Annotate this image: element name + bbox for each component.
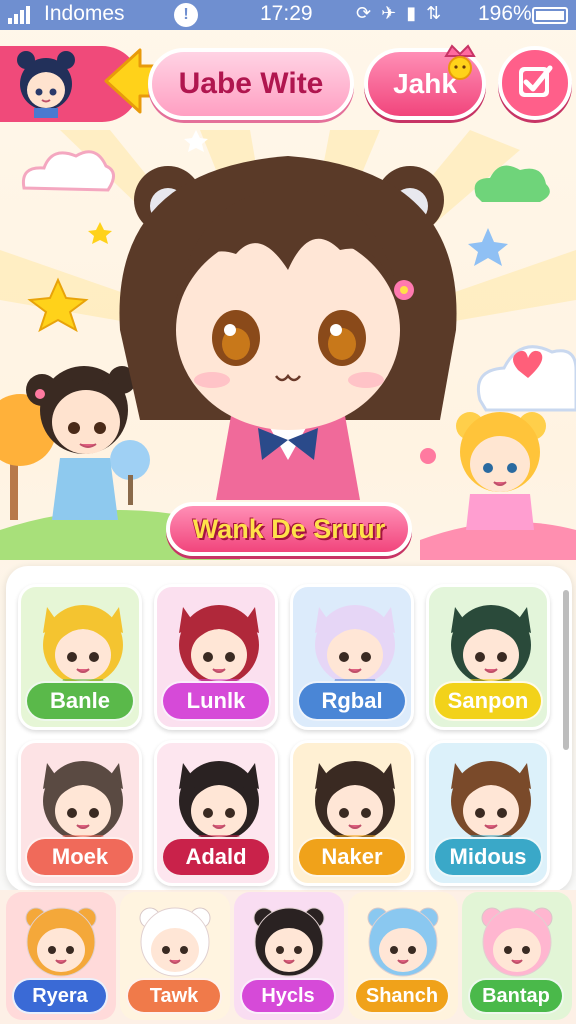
- battery-percent: 196%: [478, 2, 532, 25]
- status-bar: Indomes ! 17:29 ⟳ ✈ ▮ ⇅ 196%: [0, 0, 576, 30]
- character-card-label: Banle: [25, 681, 135, 721]
- bottom-character-card[interactable]: Ryera: [6, 892, 116, 1020]
- bottom-card-label: Tawk: [126, 978, 222, 1014]
- character-card-label: Moek: [25, 837, 135, 877]
- character-card[interactable]: Sanpon: [426, 584, 550, 730]
- character-card[interactable]: Midous: [426, 740, 550, 886]
- character-card[interactable]: Naker: [290, 740, 414, 886]
- character-card[interactable]: Lunlk: [154, 584, 278, 730]
- side-character-right: [420, 412, 546, 530]
- checklist-button[interactable]: [498, 46, 572, 120]
- notification-icon: !: [174, 3, 198, 27]
- character-card[interactable]: Moek: [18, 740, 142, 886]
- app-header: Uabe Wite Jahk: [0, 40, 576, 130]
- character-card[interactable]: Adald: [154, 740, 278, 886]
- bottom-card-label: Hycls: [240, 978, 336, 1014]
- character-card-label: Midous: [433, 837, 543, 877]
- bottom-character-card[interactable]: Tawk: [120, 892, 230, 1020]
- bottom-character-card[interactable]: Shanch: [348, 892, 458, 1020]
- data-icon: ⇅: [426, 3, 442, 23]
- character-card-label: Adald: [161, 837, 271, 877]
- page-title: Uabe Wite: [178, 67, 324, 100]
- character-card[interactable]: Rgbal: [290, 584, 414, 730]
- character-card-label: Lunlk: [161, 681, 271, 721]
- grid-scrollbar[interactable]: [563, 590, 569, 750]
- airplane-icon: ✈: [381, 3, 397, 23]
- character-card-label: Naker: [297, 837, 407, 877]
- character-card[interactable]: Banle: [18, 584, 142, 730]
- cell-signal-icon: [8, 6, 30, 24]
- hero-illustration: [0, 130, 576, 560]
- clock: 17:29: [260, 2, 313, 25]
- crown-icon: [444, 44, 476, 80]
- page-title-pill: Uabe Wite: [148, 48, 354, 120]
- carrier-name: Indomes: [44, 2, 125, 25]
- character-card-label: Rgbal: [297, 681, 407, 721]
- character-card-label: Sanpon: [433, 681, 543, 721]
- bottom-card-label: Ryera: [12, 978, 108, 1014]
- battery-icon: [532, 7, 568, 24]
- hero-banner-label: Wank De Sruur: [192, 513, 386, 544]
- sync-icon: ⟳: [356, 3, 372, 23]
- bottom-card-label: Shanch: [354, 978, 450, 1014]
- signal-icon: ▮: [406, 3, 417, 23]
- hero-scene: Wank De Sruur: [0, 130, 576, 560]
- bottom-character-card[interactable]: Bantap: [462, 892, 572, 1020]
- main-character: [119, 156, 457, 500]
- bottom-card-label: Bantap: [468, 978, 564, 1014]
- cloud-left: [21, 150, 115, 192]
- hero-banner[interactable]: Wank De Sruur: [166, 502, 412, 556]
- avatar[interactable]: [12, 48, 80, 118]
- checkbox-icon: [519, 65, 553, 97]
- bottom-character-card[interactable]: Hycls: [234, 892, 344, 1020]
